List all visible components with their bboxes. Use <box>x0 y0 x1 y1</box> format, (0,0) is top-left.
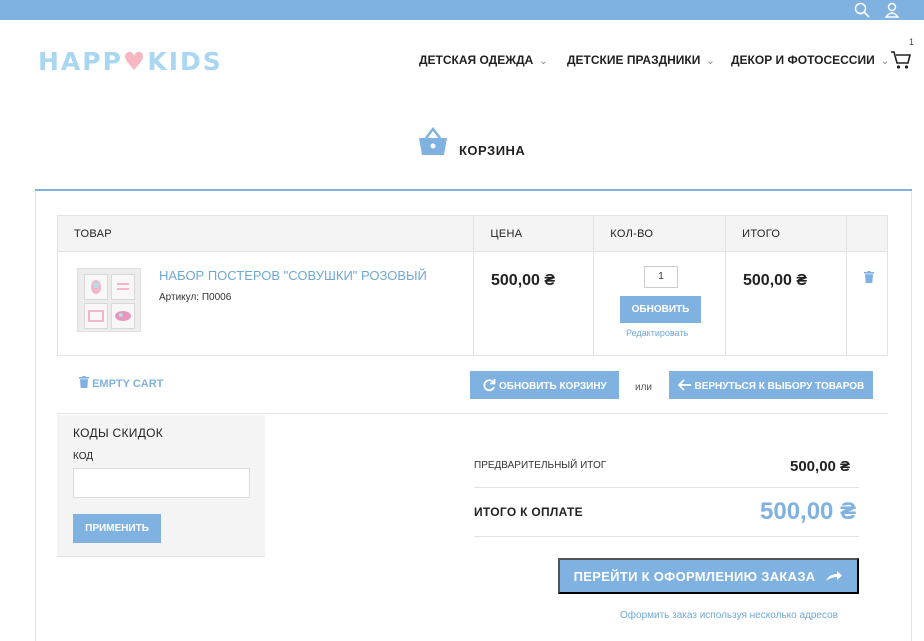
arrow-left-icon <box>677 378 691 391</box>
product-thumbnail[interactable] <box>77 268 141 332</box>
empty-cart-link[interactable]: EMPTY CART <box>79 376 163 390</box>
search-icon[interactable] <box>854 2 870 18</box>
poster-2 <box>111 274 135 300</box>
poster-1 <box>84 274 108 300</box>
refresh-icon <box>483 379 496 392</box>
trash-icon[interactable] <box>864 271 874 283</box>
product-sku: Артикул: П0006 <box>159 292 232 303</box>
coupon-input[interactable] <box>73 468 250 498</box>
page-title-block: КОРЗИНА <box>0 126 924 166</box>
multi-address-link[interactable]: Оформить заказ используя несколько адрес… <box>620 610 838 621</box>
basket-icon <box>419 126 447 155</box>
cell-price <box>473 251 595 356</box>
grand-total-label: ИТОГО К ОПЛАТЕ <box>474 505 583 519</box>
checkout-button[interactable]: ПЕРЕЙТИ К ОФОРМЛЕНИЮ ЗАКАЗА <box>558 558 859 594</box>
nav-label: ДЕТСКИЕ ПРАЗДНИКИ <box>567 53 701 67</box>
checkout-label: ПЕРЕЙТИ К ОФОРМЛЕНИЮ ЗАКАЗА <box>573 568 816 584</box>
page-title: КОРЗИНА <box>459 143 526 158</box>
empty-cart-label: EMPTY CART <box>92 378 164 390</box>
subtotal-value: 500,00 ₴ <box>790 458 851 475</box>
arrow-right-icon <box>826 570 843 581</box>
nav-label: ДЕТСКАЯ ОДЕЖДА <box>419 53 534 67</box>
update-cart-label: ОБНОВИТЬ КОРЗИНУ <box>499 381 607 392</box>
nav-item-decor[interactable]: ДЕКОР И ФОТОСЕССИИ ⌄ <box>731 53 889 67</box>
chevron-down-icon: ⌄ <box>706 56 715 67</box>
nav-item-parties[interactable]: ДЕТСКИЕ ПРАЗДНИКИ ⌄ <box>567 53 715 67</box>
cell-total <box>725 251 848 356</box>
update-cart-button[interactable]: ОБНОВИТЬ КОРЗИНУ <box>470 371 619 399</box>
item-total: 500,00 ₴ <box>743 272 808 289</box>
nav-item-clothes[interactable]: ДЕТСКАЯ ОДЕЖДА ⌄ <box>419 53 548 67</box>
header: HAPP♥KIDS ДЕТСКАЯ ОДЕЖДА ⌄ ДЕТСКИЕ ПРАЗДН… <box>0 20 924 100</box>
header-price: ЦЕНА <box>473 215 595 252</box>
logo-text-left: HAPP <box>38 47 123 76</box>
cart-count-badge: 1 <box>909 37 915 47</box>
poster-3 <box>84 303 108 329</box>
item-price: 500,00 ₴ <box>491 272 556 289</box>
logo[interactable]: HAPP♥KIDS <box>38 47 223 76</box>
coupon-label: КОД <box>73 451 94 462</box>
header-qty: КОЛ-ВО <box>593 215 727 252</box>
totals-divider <box>474 536 859 537</box>
nav-label: ДЕКОР И ФОТОСЕССИИ <box>731 53 875 67</box>
chevron-down-icon: ⌄ <box>539 56 548 67</box>
grand-total-value: 500,00 ₴ <box>760 498 857 525</box>
cart-icon[interactable] <box>890 50 912 70</box>
apply-coupon-button[interactable]: ПРИМЕНИТЬ <box>73 514 161 543</box>
logo-heart: ♥ <box>122 47 148 76</box>
coupon-heading: КОДЫ СКИДОК <box>73 426 164 440</box>
header-product: ТОВАР <box>56 215 475 252</box>
trash-icon <box>79 376 89 388</box>
coupon-panel: КОДЫ СКИДОК КОД ПРИМЕНИТЬ <box>57 415 265 557</box>
top-bar <box>0 0 924 20</box>
poster-4 <box>111 303 135 329</box>
logo-text-right: KIDS <box>147 47 223 76</box>
header-remove <box>846 215 888 252</box>
continue-shopping-button[interactable]: ВЕРНУТЬСЯ К ВЫБОРУ ТОВАРОВ <box>669 371 873 399</box>
subtotal-label: ПРЕДВАРИТЕЛЬНЫЙ ИТОГ <box>474 460 607 471</box>
header-total: ИТОГО <box>725 215 848 252</box>
chevron-down-icon: ⌄ <box>880 56 890 67</box>
continue-shopping-label: ВЕРНУТЬСЯ К ВЫБОРУ ТОВАРОВ <box>694 380 865 392</box>
or-separator: или <box>635 382 653 393</box>
update-qty-button[interactable]: ОБНОВИТЬ <box>620 296 701 323</box>
quantity-input[interactable]: 1 <box>644 266 678 288</box>
cell-remove <box>846 251 888 356</box>
totals-divider <box>474 487 859 488</box>
edit-item-link[interactable]: Редактировать <box>626 328 688 338</box>
product-name-link[interactable]: НАБОР ПОСТЕРОВ "СОВУШКИ" РОЗОВЫЙ <box>159 268 427 283</box>
user-icon[interactable] <box>884 2 900 18</box>
